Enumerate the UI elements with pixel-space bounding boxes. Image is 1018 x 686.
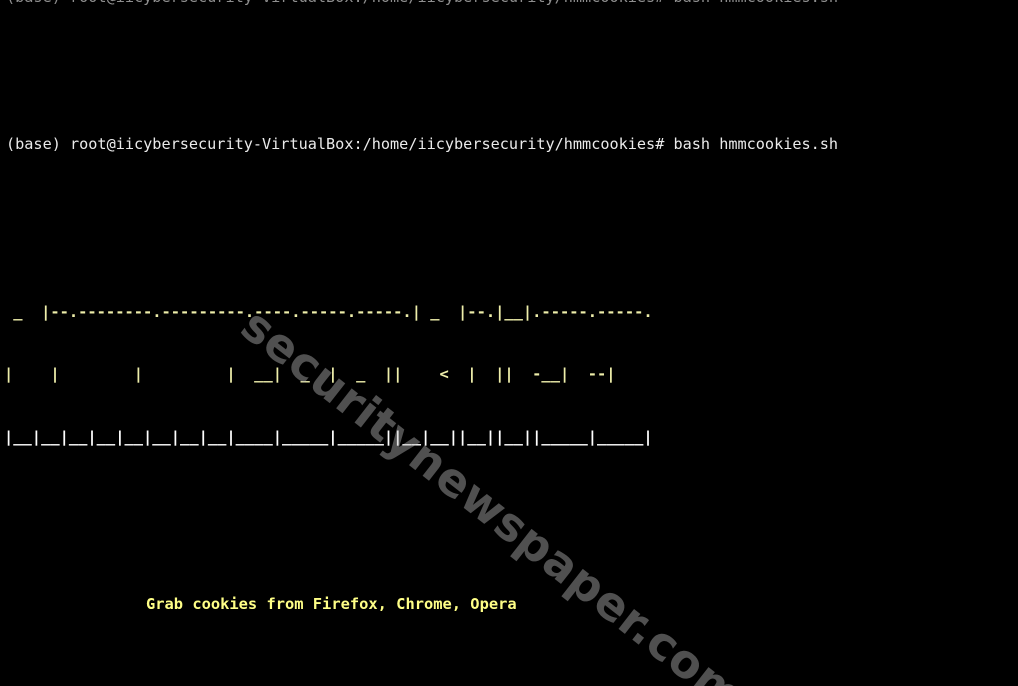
tagline-line: Grab cookies from Firefox, Chrome, Opera: [0, 594, 1018, 615]
shell-prompt-line[interactable]: (base) root@iicybersecurity-VirtualBox:/…: [0, 134, 1018, 155]
ascii-banner-row-2-text: | | | | __| _ | _ || < | || -__| --|: [4, 365, 616, 384]
spacer-after-banner: [0, 511, 1018, 532]
spacer-after-prompt: [0, 218, 1018, 239]
terminal-screen: (base) root@iicybersecurity-VirtualBox:/…: [0, 0, 1018, 686]
terminal-window[interactable]: (base) root@iicybersecurity-VirtualBox:/…: [0, 0, 1018, 686]
ascii-banner-row-1: _ |--.--------.---------.----.-----.----…: [0, 302, 1018, 323]
shell-prompt-text: (base) root@iicybersecurity-VirtualBox:/…: [6, 135, 839, 154]
ascii-banner-row-3: |__|__|__|__|__|__|__|__|____|_____|____…: [0, 427, 1018, 448]
ascii-banner-row-1-text: _ |--.--------.---------.----.-----.----…: [4, 302, 653, 321]
tagline-text: Grab cookies from Firefox, Chrome, Opera: [146, 595, 517, 614]
ascii-banner-row-3-text: |__|__|__|__|__|__|__|__|____|_____|____…: [4, 427, 653, 446]
ascii-banner-row-2: | | | | __| _ | _ || < | || -__| --|: [0, 364, 1018, 385]
spacer-after-tagline: [0, 678, 1018, 686]
spacer-top: [0, 51, 1018, 72]
